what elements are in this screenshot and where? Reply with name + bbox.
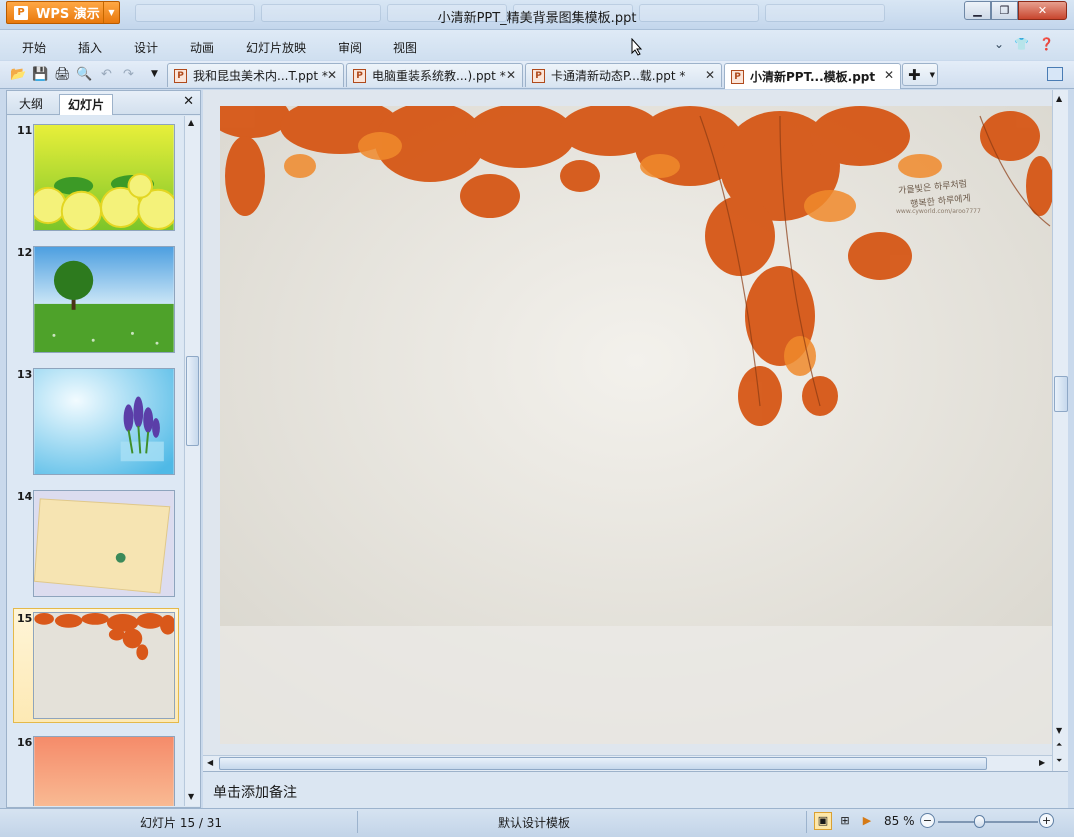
thumbnail-image bbox=[33, 612, 175, 719]
zoom-level: 85 % bbox=[884, 814, 915, 828]
thumbnail-list: 11 12 13 14 15 16 bbox=[7, 116, 183, 806]
skin-icon[interactable]: 👕 bbox=[1014, 37, 1029, 51]
mouse-cursor-icon bbox=[631, 38, 643, 56]
slide-sorter-icon[interactable]: ⊞ bbox=[836, 812, 854, 830]
menu-review[interactable]: 审阅 bbox=[338, 39, 362, 56]
menu-animation[interactable]: 动画 bbox=[190, 39, 214, 56]
ppt-file-icon: P bbox=[532, 68, 545, 83]
scroll-right-icon[interactable]: ▶ bbox=[1039, 758, 1045, 767]
doc-tab-3[interactable]: P 卡通清新动态P...载.ppt * ✕ bbox=[525, 63, 722, 87]
watermark-url: www.cyworld.com/aroo7777 bbox=[896, 208, 981, 215]
print-icon[interactable]: 🖨 bbox=[54, 66, 71, 83]
tab-outline[interactable]: 大纲 bbox=[11, 94, 51, 115]
menu-bar: 开始 插入 设计 动画 幻灯片放映 审阅 视图 bbox=[0, 30, 1074, 60]
close-icon[interactable]: ✕ bbox=[705, 68, 715, 82]
scroll-down-icon[interactable]: ▼ bbox=[1056, 726, 1062, 735]
thumbnail-image bbox=[33, 736, 175, 806]
editor-vertical-scrollbar[interactable]: ▲ ▼ ⏶ ⏷ bbox=[1052, 90, 1068, 771]
slide-editor: 가을빛은 하루처럼 행복한 하루에게 www.cyworld.com/aroo7… bbox=[203, 90, 1068, 771]
scroll-up-icon[interactable]: ▲ bbox=[1056, 94, 1062, 103]
slide-panel: 大纲 幻灯片 ✕ 11 12 13 14 15 16 ▲ ▼ bbox=[6, 90, 201, 808]
scroll-left-icon[interactable]: ◀ bbox=[207, 758, 213, 767]
redo-icon[interactable]: ↷ bbox=[120, 66, 137, 83]
doc-tab-1[interactable]: P 我和昆虫美术内...T.ppt * ✕ bbox=[167, 63, 344, 87]
plus-icon: ✚ bbox=[908, 65, 921, 84]
next-slide-icon[interactable]: ⏷ bbox=[1056, 756, 1062, 766]
slide-number: 11 bbox=[17, 124, 33, 137]
thumbnail-image bbox=[33, 490, 175, 597]
chevron-down-icon[interactable]: ⌄ bbox=[994, 37, 1004, 51]
close-icon[interactable]: ✕ bbox=[506, 68, 516, 82]
doc-tab-label: 卡通清新动态P...载.ppt * bbox=[551, 69, 686, 83]
menu-right-icons: ⌄ 👕 ❓ bbox=[994, 37, 1054, 51]
menu-view[interactable]: 视图 bbox=[393, 39, 417, 56]
close-icon[interactable]: ✕ bbox=[1018, 1, 1067, 20]
slide-number: 15 bbox=[17, 612, 33, 625]
close-icon[interactable]: ✕ bbox=[183, 94, 194, 109]
slide-number: 14 bbox=[17, 490, 33, 503]
thumbnail-image bbox=[33, 246, 175, 353]
normal-view-icon[interactable]: ▣ bbox=[814, 812, 832, 830]
undo-icon[interactable]: ↶ bbox=[98, 66, 115, 83]
menu-slideshow[interactable]: 幻灯片放映 bbox=[246, 39, 306, 56]
zoom-slider-handle[interactable] bbox=[974, 815, 985, 828]
scroll-thumb[interactable] bbox=[219, 757, 987, 770]
layout-toggle-icon[interactable] bbox=[1047, 67, 1063, 81]
slide-canvas[interactable]: 가을빛은 하루처럼 행복한 하루에게 www.cyworld.com/aroo7… bbox=[220, 106, 1052, 744]
window-title: 小清新PPT_精美背景图集模板.ppt bbox=[437, 11, 637, 26]
menu-design[interactable]: 设计 bbox=[134, 39, 158, 56]
slideshow-icon[interactable]: ▶ bbox=[858, 812, 876, 830]
doc-tab-label: 小清新PPT...模板.ppt bbox=[750, 70, 876, 84]
status-divider bbox=[357, 811, 358, 833]
slide-number: 12 bbox=[17, 246, 33, 259]
doc-tab-label: 电脑重装系统教...).ppt * bbox=[372, 69, 506, 83]
scroll-thumb[interactable] bbox=[186, 356, 199, 446]
chevron-down-icon[interactable]: ▼ bbox=[930, 71, 935, 79]
close-icon[interactable]: ✕ bbox=[884, 68, 894, 82]
editor-horizontal-scrollbar[interactable]: ◀ ▶ bbox=[203, 755, 1052, 771]
scroll-up-icon[interactable]: ▲ bbox=[188, 118, 194, 127]
scroll-down-icon[interactable]: ▼ bbox=[188, 792, 194, 801]
status-divider bbox=[806, 811, 807, 833]
window-controls: ▁ ❐ ✕ bbox=[964, 1, 1068, 20]
thumbnail-image bbox=[33, 124, 175, 231]
print-preview-icon[interactable]: 🔍 bbox=[76, 66, 93, 83]
menu-home[interactable]: 开始 bbox=[22, 39, 46, 56]
help-icon[interactable]: ❓ bbox=[1039, 37, 1054, 51]
doc-tab-label: 我和昆虫美术内...T.ppt * bbox=[193, 69, 328, 83]
zoom-slider[interactable] bbox=[938, 821, 1038, 823]
doc-tab-active[interactable]: P 小清新PPT...模板.ppt ✕ bbox=[724, 63, 901, 89]
zoom-out-icon[interactable]: − bbox=[920, 813, 935, 828]
panel-tabs: 大纲 幻灯片 ✕ bbox=[7, 91, 200, 115]
prev-slide-icon[interactable]: ⏶ bbox=[1056, 740, 1062, 750]
save-icon[interactable]: 💾 bbox=[32, 66, 49, 83]
thumbnail-image bbox=[33, 368, 175, 475]
ppt-file-icon: P bbox=[174, 68, 187, 83]
close-icon[interactable]: ✕ bbox=[327, 68, 337, 82]
zoom-in-icon[interactable]: + bbox=[1039, 813, 1054, 828]
slide-counter: 幻灯片 15 / 31 bbox=[140, 816, 223, 830]
notes-pane[interactable]: 单击添加备注 bbox=[203, 771, 1068, 808]
ppt-file-icon: P bbox=[731, 69, 744, 84]
new-tab-button[interactable]: ✚ ▼ bbox=[902, 63, 938, 86]
menu-insert[interactable]: 插入 bbox=[78, 39, 102, 56]
notes-placeholder[interactable]: 单击添加备注 bbox=[213, 782, 297, 802]
scroll-thumb[interactable] bbox=[1054, 376, 1068, 412]
tab-slides[interactable]: 幻灯片 bbox=[59, 94, 114, 115]
minimize-icon[interactable]: ▁ bbox=[964, 1, 991, 20]
doc-tab-2[interactable]: P 电脑重装系统教...).ppt * ✕ bbox=[346, 63, 523, 87]
maximize-icon[interactable]: ❐ bbox=[991, 1, 1018, 20]
design-template: 默认设计模板 bbox=[498, 816, 571, 830]
slide-number: 13 bbox=[17, 368, 33, 381]
open-folder-icon[interactable]: 📂 bbox=[10, 66, 27, 83]
status-bar: 幻灯片 15 / 31 默认设计模板 ▣ ⊞ ▶ 85 % − + bbox=[0, 808, 1074, 837]
slide-number: 16 bbox=[17, 736, 33, 749]
ppt-file-icon: P bbox=[353, 68, 366, 83]
thumbnail-scrollbar[interactable]: ▲ ▼ bbox=[184, 116, 200, 806]
customize-dropdown-icon[interactable]: ▼ bbox=[146, 66, 163, 83]
